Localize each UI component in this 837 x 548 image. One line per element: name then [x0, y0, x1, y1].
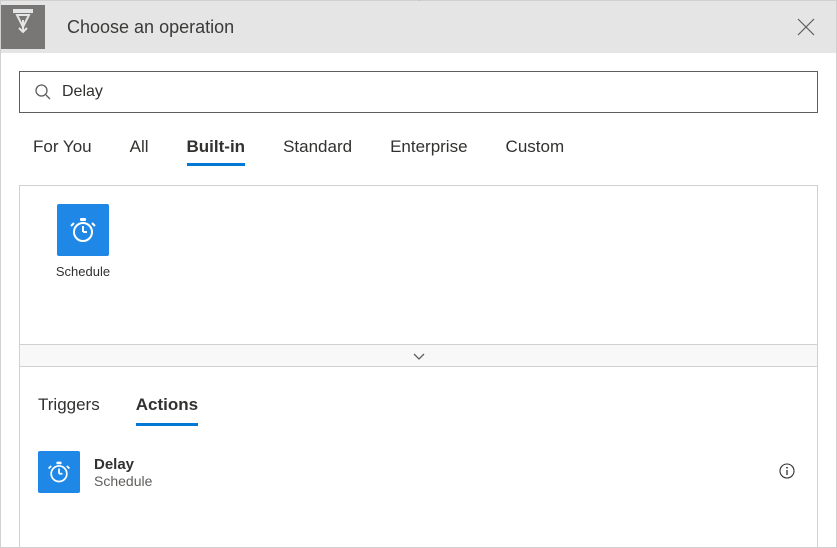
tab-actions[interactable]: Actions [136, 395, 198, 425]
connector-label: Schedule [56, 264, 110, 279]
tab-triggers[interactable]: Triggers [38, 395, 100, 425]
actions-panel: Triggers Actions [19, 367, 818, 547]
operation-type-icon [1, 5, 45, 49]
panel-body: For You All Built-in Standard Enterprise… [1, 53, 836, 547]
action-text: Delay Schedule [94, 456, 761, 489]
chevron-down-icon [412, 351, 426, 361]
tab-custom[interactable]: Custom [506, 137, 565, 165]
tab-built-in[interactable]: Built-in [187, 137, 246, 165]
category-tabs: For You All Built-in Standard Enterprise… [19, 137, 818, 165]
action-list: Delay Schedule [20, 425, 817, 497]
insert-arrow-icon [411, 0, 427, 2]
panel-header: Choose an operation [1, 1, 836, 53]
expand-connectors-button[interactable] [19, 345, 818, 367]
search-input[interactable] [62, 83, 803, 101]
action-title: Delay [94, 456, 761, 473]
tab-standard[interactable]: Standard [283, 137, 352, 165]
panel-title: Choose an operation [67, 17, 786, 38]
tab-enterprise[interactable]: Enterprise [390, 137, 467, 165]
close-button[interactable] [786, 7, 826, 47]
tab-for-you[interactable]: For You [33, 137, 92, 165]
close-icon [797, 18, 815, 36]
schedule-icon [38, 451, 80, 493]
action-info-button[interactable] [775, 459, 799, 486]
search-icon [34, 83, 52, 101]
tab-all[interactable]: All [130, 137, 149, 165]
action-subtitle: Schedule [94, 473, 761, 489]
search-box[interactable] [19, 71, 818, 113]
action-delay[interactable]: Delay Schedule [38, 447, 799, 497]
schedule-icon [57, 204, 109, 256]
operation-picker-panel: Choose an operation For You All Built-in… [0, 0, 837, 548]
connectors-panel: Schedule [19, 185, 818, 345]
info-icon [779, 463, 795, 479]
connector-schedule[interactable]: Schedule [48, 204, 118, 326]
trigger-action-tabs: Triggers Actions [20, 367, 817, 425]
